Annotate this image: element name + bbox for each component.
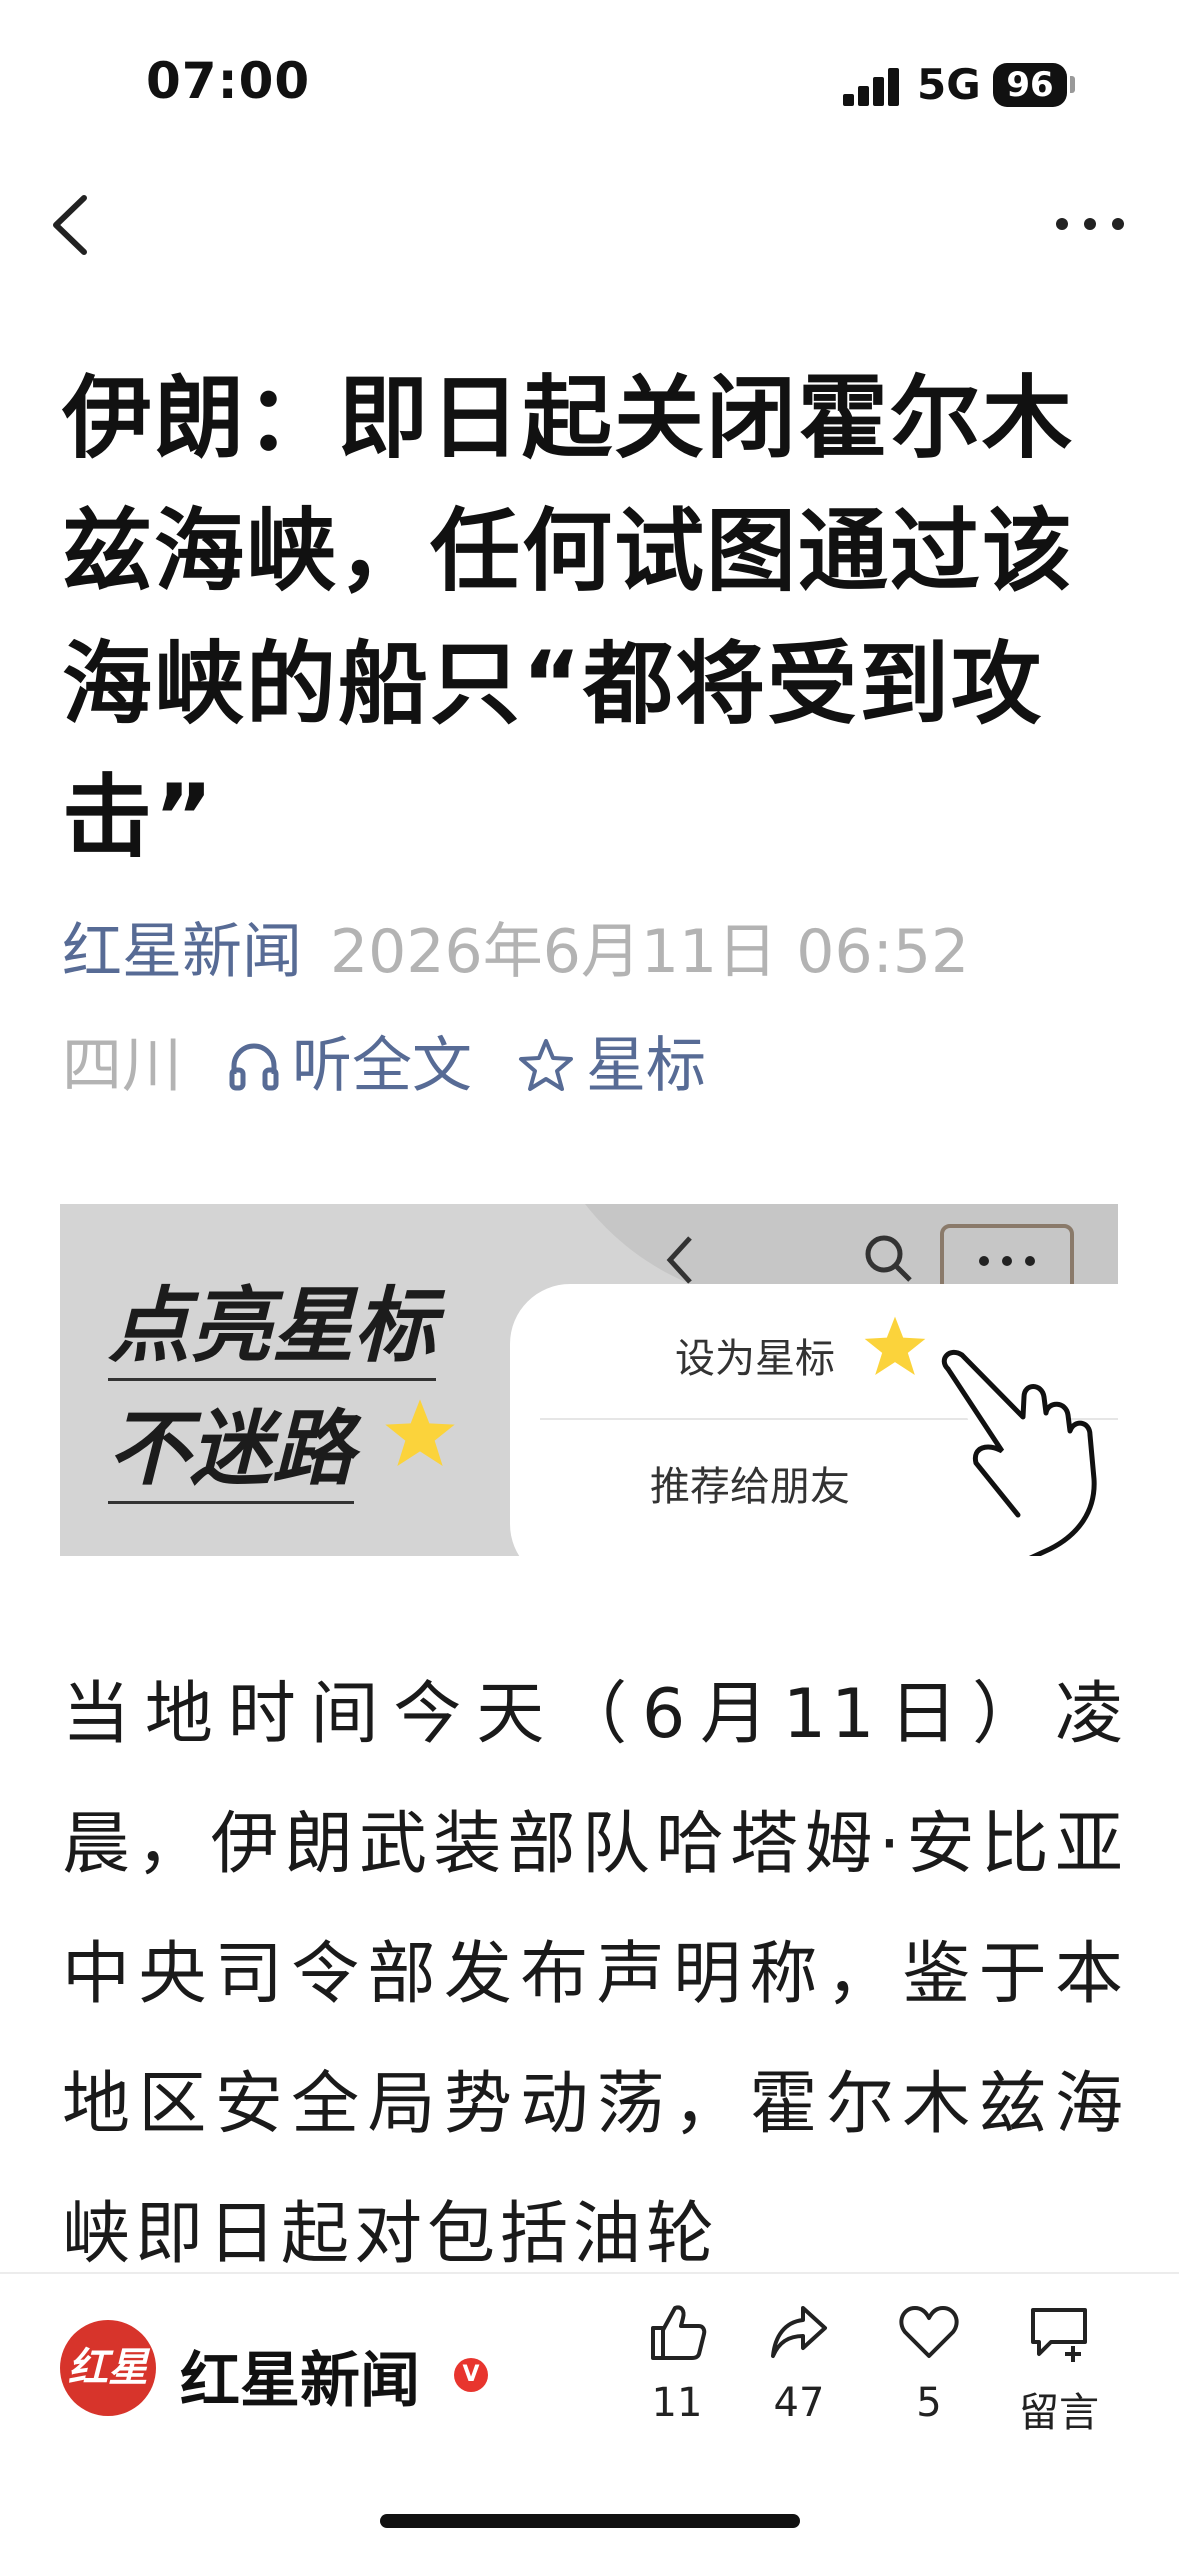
more-icon[interactable] xyxy=(1050,208,1130,238)
source-link[interactable]: 红星新闻 xyxy=(62,917,302,987)
account-name[interactable]: 红星新闻 xyxy=(180,2332,420,2419)
battery-icon: 96 xyxy=(993,63,1067,107)
article-body: 当地时间今天（6月11日）凌晨，伊朗武装部队哈塔姆·安比亚中央司令部发布声明称，… xyxy=(62,1675,1128,2274)
banner-menu-set-star: 设为星标 xyxy=(675,1336,835,1382)
article-meta: 红星新闻 2026年6月11日 06:52 xyxy=(62,912,969,992)
comment-label: 留言 xyxy=(1019,2390,1099,2436)
article-title: 伊朗：即日起关闭霍尔木兹海峡，任何试图通过该海峡的船只“都将受到攻击” xyxy=(62,366,1074,870)
share-icon xyxy=(771,2306,827,2358)
banner-slogan-2: 不迷路 xyxy=(108,1382,354,1504)
back-arrow-icon[interactable] xyxy=(46,190,96,260)
account-avatar[interactable]: 红星 xyxy=(60,2320,156,2416)
like-button[interactable]: 11 xyxy=(622,2300,732,2426)
star-outline-icon xyxy=(519,1039,573,1091)
comment-button[interactable]: 留言 xyxy=(1004,2300,1114,2438)
comment-icon xyxy=(1031,2308,1087,2362)
signal-icon xyxy=(843,66,899,106)
search-icon xyxy=(865,1235,912,1282)
listen-label: 听全文 xyxy=(292,1031,472,1101)
headphones-icon xyxy=(229,1043,279,1091)
star-button[interactable]: 星标 xyxy=(516,1026,706,1106)
back-arrow-icon xyxy=(666,1236,692,1284)
like-count: 11 xyxy=(651,2380,703,2426)
publish-date: 2026年6月11日 06:52 xyxy=(330,917,970,987)
home-indicator[interactable] xyxy=(380,2514,800,2528)
article-meta-actions: 四川 听全文 星标 xyxy=(62,1026,706,1106)
banner-slogan-1: 点亮星标 xyxy=(108,1259,436,1381)
network-type: 5G xyxy=(917,60,981,109)
status-time: 07:00 xyxy=(146,52,311,110)
star-icon xyxy=(385,1399,455,1466)
thumbs-up-icon xyxy=(651,2305,707,2360)
star-label: 星标 xyxy=(586,1031,706,1101)
favorite-button[interactable]: 5 xyxy=(874,2300,984,2426)
share-button[interactable]: 47 xyxy=(744,2300,854,2426)
listen-button[interactable]: 听全文 xyxy=(226,1026,472,1106)
location: 四川 xyxy=(62,1031,182,1101)
star-icon xyxy=(864,1316,926,1375)
verified-badge-icon: V xyxy=(454,2358,488,2392)
heart-icon xyxy=(899,2306,959,2358)
star-promo-banner[interactable]: 点亮星标 不迷路 设为星标 推荐给朋友 xyxy=(60,1204,1118,1556)
battery-tip xyxy=(1070,76,1075,93)
favorite-count: 5 xyxy=(916,2380,942,2426)
hand-pointer-icon xyxy=(941,1349,1097,1556)
share-count: 47 xyxy=(773,2380,825,2426)
banner-menu-recommend: 推荐给朋友 xyxy=(650,1464,850,1510)
